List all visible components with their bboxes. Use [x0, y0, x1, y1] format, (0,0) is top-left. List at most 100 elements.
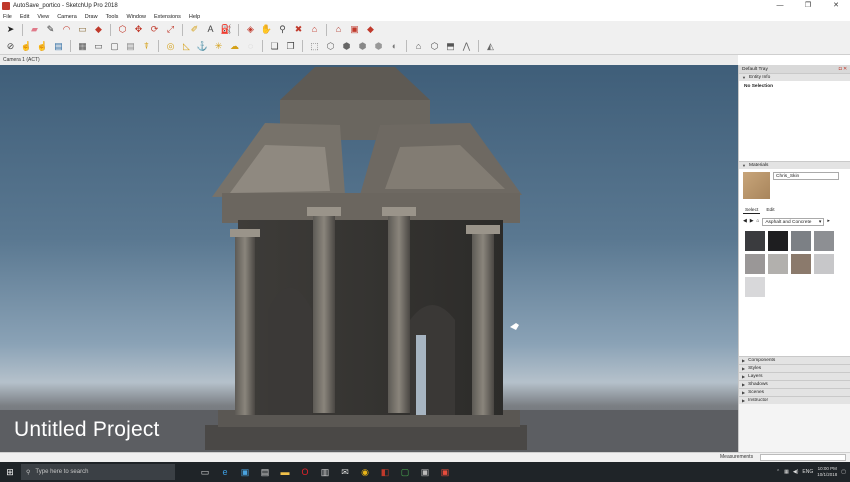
- sketchup-taskbar-button[interactable]: ◧: [375, 462, 395, 482]
- menu-extensions[interactable]: Extensions: [154, 14, 181, 20]
- pan-button[interactable]: ✋: [260, 23, 273, 36]
- orbit-button[interactable]: ◈: [244, 23, 257, 36]
- zoom-button[interactable]: ⚲: [276, 23, 289, 36]
- edge-taskbar-button[interactable]: e: [215, 462, 235, 482]
- paint-bucket-button[interactable]: ⛽: [220, 23, 233, 36]
- xray-button[interactable]: ⬚: [308, 40, 321, 53]
- spark-button[interactable]: ✳: [212, 40, 225, 53]
- menu-file[interactable]: File: [3, 14, 12, 20]
- pencil-button[interactable]: ✎: [44, 23, 57, 36]
- explorer-taskbar-button[interactable]: ▥: [315, 462, 335, 482]
- offset-button[interactable]: ⬡: [116, 23, 129, 36]
- language-indicator[interactable]: ENG: [802, 469, 813, 475]
- app-green-taskbar-button[interactable]: ▢: [395, 462, 415, 482]
- material-swatch[interactable]: [791, 254, 811, 274]
- hidden-line-button[interactable]: ⬢: [340, 40, 353, 53]
- measurements-input[interactable]: [760, 454, 846, 461]
- material-swatch[interactable]: [745, 231, 765, 251]
- maximize-button[interactable]: ❐: [794, 0, 822, 12]
- panel-materials[interactable]: ▼ Materials: [739, 161, 850, 169]
- panel-layers[interactable]: ▶ Layers: [739, 372, 850, 380]
- opera-taskbar-button[interactable]: O: [295, 462, 315, 482]
- panel-instructor[interactable]: ▶ Instructor: [739, 396, 850, 404]
- scene-tab[interactable]: Camera 1 (ACT): [0, 55, 738, 65]
- layout-button[interactable]: ▣: [348, 23, 361, 36]
- text-button[interactable]: A: [204, 23, 217, 36]
- chrome-taskbar-button[interactable]: ◉: [355, 462, 375, 482]
- home-view-button[interactable]: ⌂: [412, 40, 425, 53]
- mail-taskbar-button[interactable]: ✉: [335, 462, 355, 482]
- push-pull-button[interactable]: ◆: [92, 23, 105, 36]
- start-button[interactable]: ⊞: [0, 462, 20, 482]
- photos-taskbar-button[interactable]: ▣: [235, 462, 255, 482]
- clock[interactable]: 10:00 PM 10/1/2018: [817, 466, 837, 478]
- home-icon[interactable]: ⌂: [756, 219, 759, 224]
- panel-scenes[interactable]: ▶ Scenes: [739, 388, 850, 396]
- window-button[interactable]: ▭: [92, 40, 105, 53]
- forward-arrow-icon[interactable]: ▶: [750, 219, 754, 224]
- material-swatch[interactable]: [814, 254, 834, 274]
- back-arrow-icon[interactable]: ◀: [743, 219, 747, 224]
- red-app-taskbar-button[interactable]: ▣: [435, 462, 455, 482]
- material-swatch[interactable]: [768, 231, 788, 251]
- material-swatch[interactable]: [768, 254, 788, 274]
- scale-button[interactable]: ⤢: [164, 23, 177, 36]
- select-arrow-button[interactable]: ➤: [4, 23, 17, 36]
- ruby-button[interactable]: ◆: [364, 23, 377, 36]
- triangle-ruler-button[interactable]: ◺: [180, 40, 193, 53]
- tab-edit[interactable]: Edit: [764, 207, 776, 214]
- notifications-icon[interactable]: ▢: [841, 469, 846, 475]
- shaded-texture-button[interactable]: ⬢: [372, 40, 385, 53]
- panel-shadows[interactable]: ▶ Shadows: [739, 380, 850, 388]
- union-button[interactable]: ❏: [268, 40, 281, 53]
- extension-warehouse-button[interactable]: ⌂: [332, 23, 345, 36]
- terrain-button[interactable]: ◭: [484, 40, 497, 53]
- hand-select-button[interactable]: ☝: [36, 40, 49, 53]
- move-button[interactable]: ✥: [132, 23, 145, 36]
- folder-taskbar-button[interactable]: ▬: [275, 462, 295, 482]
- tape-measure-button[interactable]: ✐: [188, 23, 201, 36]
- material-swatch[interactable]: [745, 254, 765, 274]
- shaded-button[interactable]: ⬢: [356, 40, 369, 53]
- circle-target-button[interactable]: ◎: [164, 40, 177, 53]
- lock-button[interactable]: ▤: [124, 40, 137, 53]
- zoom-extents-button[interactable]: ✖: [292, 23, 305, 36]
- minimize-button[interactable]: —: [766, 0, 794, 12]
- details-arrow-icon[interactable]: ▸: [827, 219, 829, 224]
- material-swatch[interactable]: [791, 231, 811, 251]
- tray-close-icon[interactable]: ◘ ✕: [839, 67, 847, 72]
- panel-entity-info[interactable]: ▼ Entity Info: [739, 73, 850, 81]
- model-viewport[interactable]: Untitled Project: [0, 65, 738, 452]
- panel-styles[interactable]: ▶ Styles: [739, 364, 850, 372]
- taskbar-search[interactable]: ⚲ Type here to search: [21, 464, 175, 480]
- funnel-button[interactable]: ⍒: [140, 40, 153, 53]
- panel-components[interactable]: ▶ Components: [739, 356, 850, 364]
- menu-draw[interactable]: Draw: [85, 14, 98, 20]
- sandbox-button[interactable]: ⋀: [460, 40, 473, 53]
- rectangle-button[interactable]: ▭: [76, 23, 89, 36]
- anchor-button[interactable]: ⚓: [196, 40, 209, 53]
- rotate-button[interactable]: ⟳: [148, 23, 161, 36]
- display-section-button[interactable]: ▦: [76, 40, 89, 53]
- subtract-button[interactable]: ❐: [284, 40, 297, 53]
- network-icon[interactable]: ▦: [784, 469, 789, 475]
- eraser-button[interactable]: ▰: [28, 23, 41, 36]
- volume-icon[interactable]: ◀): [793, 469, 799, 475]
- menu-help[interactable]: Help: [189, 14, 200, 20]
- menu-camera[interactable]: Camera: [57, 14, 77, 20]
- hand-button[interactable]: ☝: [20, 40, 33, 53]
- material-name-field[interactable]: Chris_Skin: [773, 172, 839, 180]
- material-library-select[interactable]: Asphalt and Concrete ▾: [762, 217, 825, 226]
- iso-view-button[interactable]: ⬡: [428, 40, 441, 53]
- material-swatch[interactable]: [745, 277, 765, 297]
- warehouse-button[interactable]: ⌂: [308, 23, 321, 36]
- tab-select[interactable]: Select: [743, 207, 761, 214]
- wireframe-button[interactable]: ⬡: [324, 40, 337, 53]
- store-taskbar-button[interactable]: ▤: [255, 462, 275, 482]
- show-hidden-icon[interactable]: ⌃: [776, 469, 780, 475]
- menu-edit[interactable]: Edit: [20, 14, 29, 20]
- section-plane-button[interactable]: ▤: [52, 40, 65, 53]
- monochrome-button[interactable]: ◐: [388, 40, 401, 53]
- current-material-swatch[interactable]: [743, 172, 770, 199]
- menu-tools[interactable]: Tools: [106, 14, 119, 20]
